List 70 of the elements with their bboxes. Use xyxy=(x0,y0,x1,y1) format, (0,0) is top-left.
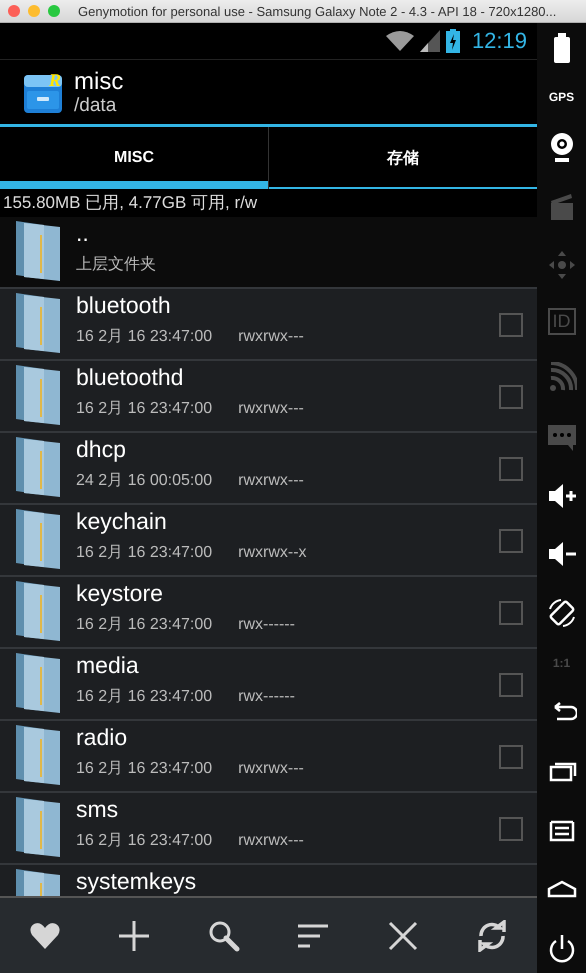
checkbox[interactable] xyxy=(499,673,523,697)
battery-charging-icon xyxy=(446,29,460,53)
folder-icon xyxy=(14,435,62,497)
folder-row[interactable]: media 16 2月 16 23:47:00 rwx------ xyxy=(0,649,537,721)
signal-icon xyxy=(420,30,440,52)
modified-date: 16 2月 16 23:47:00 xyxy=(76,615,212,635)
folder-row[interactable]: keystore 16 2月 16 23:47:00 rwx------ xyxy=(0,577,537,649)
modified-date: 16 2月 16 23:47:00 xyxy=(76,831,212,851)
file-name: sms xyxy=(76,795,120,823)
add-icon[interactable] xyxy=(118,920,150,952)
permissions: rwxrwx--x xyxy=(238,543,307,563)
wifi-icon xyxy=(386,30,414,52)
folder-icon xyxy=(14,651,62,713)
checkbox[interactable] xyxy=(499,817,523,841)
folder-path: /data xyxy=(74,94,118,116)
tab[interactable]: MISC xyxy=(0,127,268,189)
folder-icon xyxy=(14,363,62,425)
search-icon[interactable] xyxy=(208,920,240,952)
folder-description: 上层文件夹 xyxy=(76,254,156,275)
storage-info: 155.80MB 已用, 4.77GB 可用, r/w xyxy=(2,192,258,214)
modified-date: 16 2月 16 23:47:00 xyxy=(76,687,212,707)
folder-icon xyxy=(14,723,62,785)
folder-row[interactable]: bluetoothd 16 2月 16 23:47:00 rwxrwx--- xyxy=(0,361,537,433)
folder-icon xyxy=(14,795,62,857)
folder-icon xyxy=(14,579,62,641)
permissions: rwxrwx--- xyxy=(238,399,304,419)
folder-row[interactable]: keychain 16 2月 16 23:47:00 rwxrwx--x xyxy=(0,505,537,577)
window-title: Genymotion for personal use - Samsung Galaxy Note 2 - 4.3 - API 18 - 720x1280... xyxy=(78,4,556,18)
permissions: rwxrwx--- xyxy=(238,327,304,347)
modified-date: 24 2月 16 00:05:00 xyxy=(76,471,212,491)
folder-icon xyxy=(14,507,62,569)
folder-row[interactable]: radio 16 2月 16 23:47:00 rwxrwx--- xyxy=(0,721,537,793)
folder-icon xyxy=(14,219,62,281)
modified-date: 16 2月 16 23:47:00 xyxy=(76,327,212,347)
folder-title: misc xyxy=(74,68,124,94)
folder-row[interactable]: dhcp 24 2月 16 00:05:00 rwxrwx--- xyxy=(0,433,537,505)
checkbox[interactable] xyxy=(499,529,523,553)
close-icon[interactable] xyxy=(386,920,419,952)
folder-row[interactable]: systemkeys xyxy=(0,865,537,896)
modified-date: 16 2月 16 23:47:00 xyxy=(76,399,212,419)
file-name: systemkeys xyxy=(76,867,198,895)
file-name: radio xyxy=(76,723,128,751)
permissions: rwx------ xyxy=(238,615,295,635)
file-name: bluetoothd xyxy=(76,363,184,391)
file-name: keystore xyxy=(76,579,164,607)
parent-folder-row[interactable]: .. 上层文件夹 xyxy=(0,217,537,289)
folder-row[interactable]: bluetooth 16 2月 16 23:47:00 rwxrwx--- xyxy=(0,289,537,361)
checkbox[interactable] xyxy=(499,601,523,625)
folder-icon xyxy=(14,291,62,353)
permissions: rwxrwx--- xyxy=(238,759,304,779)
file-name: keychain xyxy=(76,507,168,535)
refresh-icon[interactable] xyxy=(476,920,508,952)
file-name: dhcp xyxy=(76,435,127,463)
gps-button[interactable]: GPS xyxy=(548,90,574,104)
folder-row[interactable]: sms 16 2月 16 23:47:00 rwxrwx--- xyxy=(0,793,537,865)
permissions: rwxrwx--- xyxy=(238,831,304,851)
checkbox[interactable] xyxy=(499,313,523,337)
permissions: rwxrwx--- xyxy=(238,471,304,491)
file-name: .. xyxy=(76,219,90,247)
file-name: media xyxy=(76,651,140,679)
clock: 12:19 xyxy=(472,28,527,54)
file-name: bluetooth xyxy=(76,291,172,319)
rotate-icon[interactable] xyxy=(546,597,576,630)
tab[interactable]: 存储 xyxy=(268,127,537,189)
modified-date: 16 2月 16 23:47:00 xyxy=(76,759,212,779)
permissions: rwx------ xyxy=(238,687,295,707)
modified-date: 16 2月 16 23:47:00 xyxy=(76,543,212,563)
checkbox[interactable] xyxy=(499,457,523,481)
checkbox[interactable] xyxy=(499,385,523,409)
checkbox[interactable] xyxy=(499,745,523,769)
